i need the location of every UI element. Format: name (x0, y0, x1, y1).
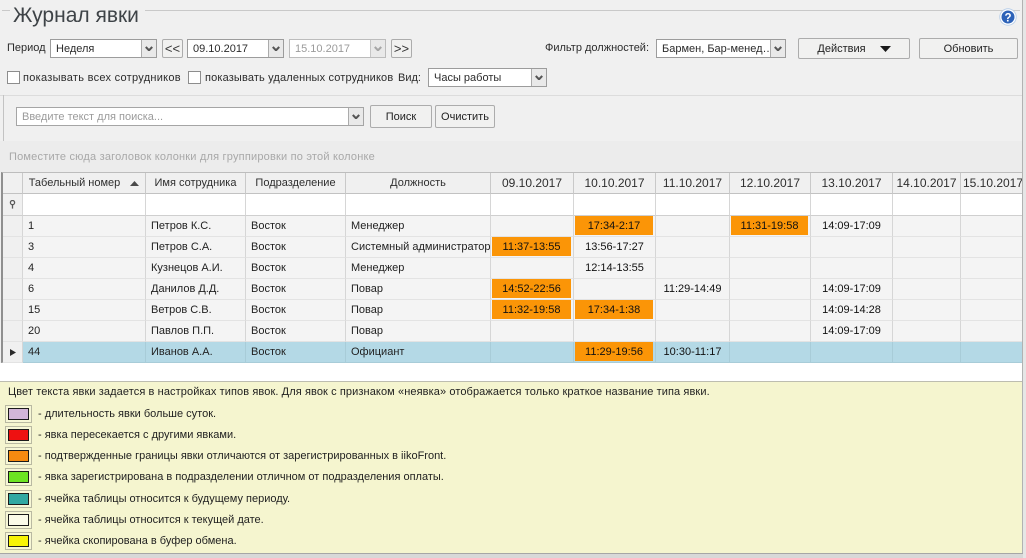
svg-text:?: ? (1004, 12, 1011, 24)
